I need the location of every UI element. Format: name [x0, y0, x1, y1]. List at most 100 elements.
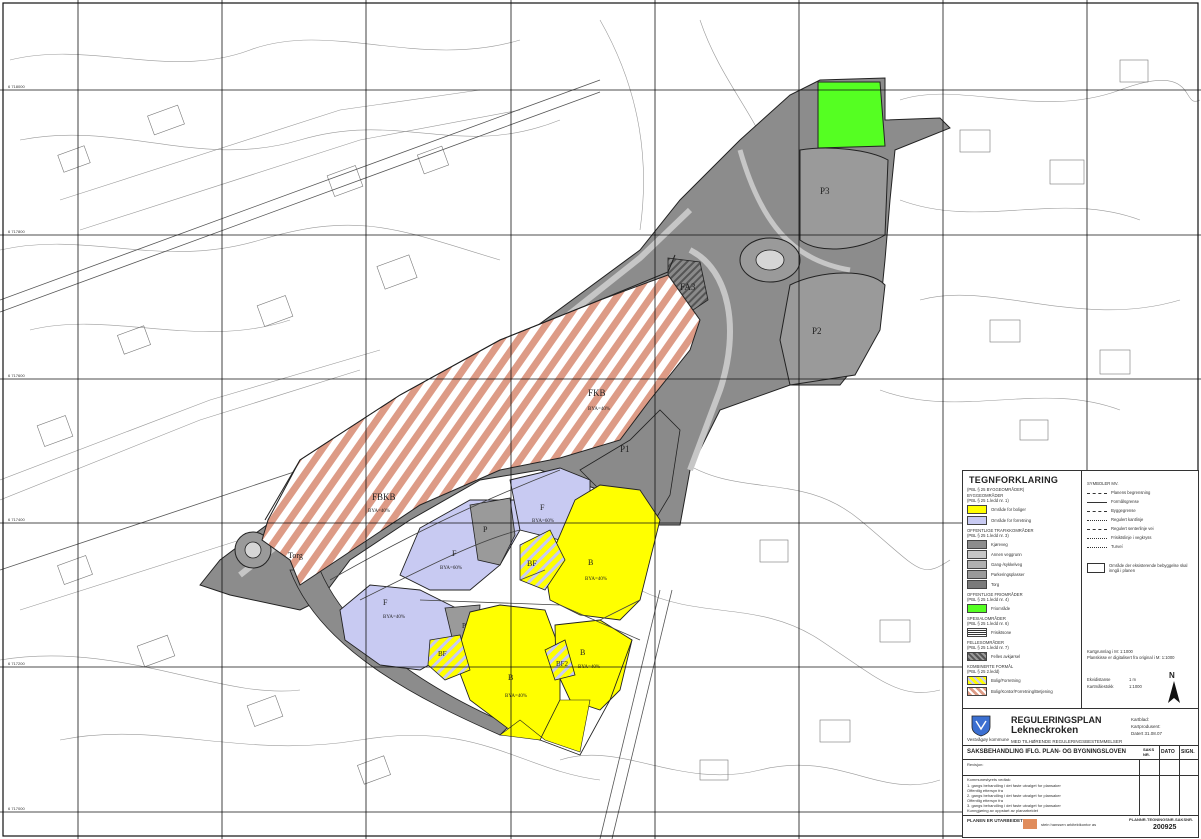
legend-other-road: Annen veggrunn [991, 552, 1022, 557]
tb-vline-1 [1139, 759, 1140, 815]
label-bf1: BF [527, 559, 537, 568]
legend-symbol-5: Regulert senterlinje vei [1111, 526, 1154, 531]
north-label: N [1169, 671, 1175, 680]
legend-scale-label: Kartmålestokk [1087, 684, 1114, 689]
legend-symbol-4: Regulert kantlinje [1111, 517, 1144, 522]
legend-road: Kjøreveg [991, 542, 1008, 547]
legend-square: Torg [991, 582, 1000, 587]
label-p-small: P [462, 622, 466, 630]
tb-vline-2 [1159, 745, 1160, 815]
symbol-line-4 [1087, 520, 1107, 521]
legend-swatch-park [967, 604, 987, 613]
label-fkb-bya: BYA=40% [588, 407, 610, 412]
legend-scale-note-1: Kartgrunnlag i M: 1:1000 [1087, 649, 1133, 654]
legend-swatch-frisikt [967, 628, 987, 637]
legend-symbols-title: SYMBOLER MV. [1087, 481, 1119, 486]
label-bf2: BF [438, 650, 447, 658]
legend-swatch-shopping [967, 516, 987, 525]
label-f2-bya: BYA=40% [383, 615, 405, 620]
legend-housing: Område for boliger [991, 507, 1026, 512]
col-date: DATO [1161, 749, 1175, 755]
label-fkb: FKB [588, 388, 606, 398]
map-sheet: FA3 FKB BYA=40% FBKB BYA=40% Torg P1 P2 … [0, 0, 1201, 839]
municipality-crest-icon [971, 715, 991, 737]
tb-divider-4 [963, 815, 1198, 816]
legend-swatch-road [967, 540, 987, 549]
legend-symbol-6: Frisiktslinje i vegkryss [1111, 535, 1152, 540]
legend-swatch-walk [967, 560, 987, 569]
label-f1-bya: BYA=60% [440, 566, 462, 571]
label-torg: Torg [288, 551, 303, 560]
tb-vline-3 [1179, 745, 1180, 815]
label-p: P [483, 525, 488, 534]
legend-park: Friområde [991, 606, 1011, 611]
grid-label-2: 6 717800 [8, 229, 25, 234]
grid-label-3: 6 717600 [8, 373, 25, 378]
grid-label-5: 6 717200 [8, 661, 25, 666]
firm-logo-icon [1023, 819, 1037, 829]
legend-scale-note-2: Planskisse er digitalisert fra original … [1087, 655, 1175, 660]
label-b3-bya: BYA=40% [578, 665, 600, 670]
tb-divider-3 [963, 775, 1198, 776]
legend-equidist-label: Ekvidistanse [1087, 677, 1111, 682]
legend-section-green2: (PBL § 25 1.ledd nr. 4) [967, 597, 1009, 602]
park-area [817, 81, 886, 149]
tb-divider-2 [963, 759, 1198, 760]
roundabout-west-island [244, 541, 262, 559]
symbol-line-6 [1087, 538, 1107, 539]
footer-case: SAKSNR. [1175, 817, 1194, 822]
legend-combo2: Bolig/Kontor/Forretning/Betjening [991, 689, 1053, 694]
legend-symbol-2: Formålsgrense [1111, 499, 1139, 504]
legend-section-common2: (PBL § 25 1.ledd nr. 7) [967, 645, 1009, 650]
grid-label-4: 6 717400 [8, 517, 25, 522]
symbol-line-5 [1087, 529, 1107, 530]
meta-date: Datert 31.08.07 [1131, 731, 1163, 736]
legend-combo1: Bolig/Forretning [991, 678, 1021, 683]
legend-symbol-box: Område der eksisterende bebyggelse skal … [1109, 563, 1188, 573]
legend-swatch-common [967, 652, 987, 661]
label-p3: P3 [820, 186, 830, 196]
label-f2: F [383, 598, 388, 607]
parking-p3 [799, 147, 889, 250]
revision-label: Revisjon: [967, 762, 984, 767]
tb-divider-1 [963, 745, 1198, 746]
legend-section-build: (PBL § 25 BYGGEOMRÅDER) [967, 487, 1025, 492]
label-b2-bya: BYA=40% [505, 694, 527, 699]
label-p2: P2 [812, 326, 822, 336]
label-fbkb-bya: BYA=40% [368, 509, 390, 514]
legend-shopping: Område for forretning [991, 518, 1032, 523]
north-arrow-icon [1168, 681, 1180, 703]
plan-name: Lekneckroken [1011, 725, 1079, 736]
board-decision: Kommunestyrets vedtak: [967, 777, 1012, 782]
legend-walk: Gang-/sykkelveg [991, 562, 1023, 567]
firm-name: stein hanssen arkitektkontor as [1041, 822, 1097, 827]
grid-label-6: 6 717000 [8, 806, 25, 811]
legend-title: TEGNFORKLARING [969, 475, 1059, 485]
legend-parking: Parkeringsplasser [991, 572, 1025, 577]
legend-section-build3: (PBL § 25 1.ledd nr. 1) [967, 498, 1009, 503]
col-sak: SAKS NR. [1143, 747, 1155, 757]
municipality-name: Vestvågøy kommune [967, 737, 1010, 742]
plan-number: 200925 [1153, 824, 1177, 831]
label-fa3: FA3 [680, 282, 696, 292]
legend-swatch-combo2 [967, 687, 987, 696]
legend-swatch-parking [967, 570, 987, 579]
label-f3: F [540, 503, 545, 512]
label-b1: B [588, 558, 593, 567]
legend-common: Felles avkjørsel [991, 654, 1021, 659]
col-sign: SIGN. [1181, 749, 1195, 755]
treatment-heading: SAKSBEHANDLING IFLG. PLAN- OG BYGNINGSLO… [967, 749, 1127, 755]
legend-swatch-other-road [967, 550, 987, 559]
legend-divider [1081, 471, 1082, 709]
legend-section-special2: (PBL § 25 1.ledd nr. 6) [967, 621, 1009, 626]
meta-kartblad: Kartblad: [1131, 717, 1150, 722]
legend-scale-value: 1:1000 [1129, 684, 1142, 689]
legend-panel: TEGNFORKLARING (PBL § 25 BYGGEOMRÅDER) B… [962, 470, 1199, 710]
made-by-label: PLANEN ER UTARBEIDET AV: [967, 818, 1032, 823]
legend-symbol-3: Byggegrense [1111, 508, 1136, 513]
legend-section-combo2: (PBL § 25 2.ledd) [967, 669, 1000, 674]
title-block: Vestvågøy kommune REGULERINGSPLAN Leknec… [962, 708, 1199, 838]
legend-symbol-7: Turveí [1111, 544, 1123, 549]
legend-swatch-housing [967, 505, 987, 514]
grid-label-1: 6 718000 [8, 84, 25, 89]
